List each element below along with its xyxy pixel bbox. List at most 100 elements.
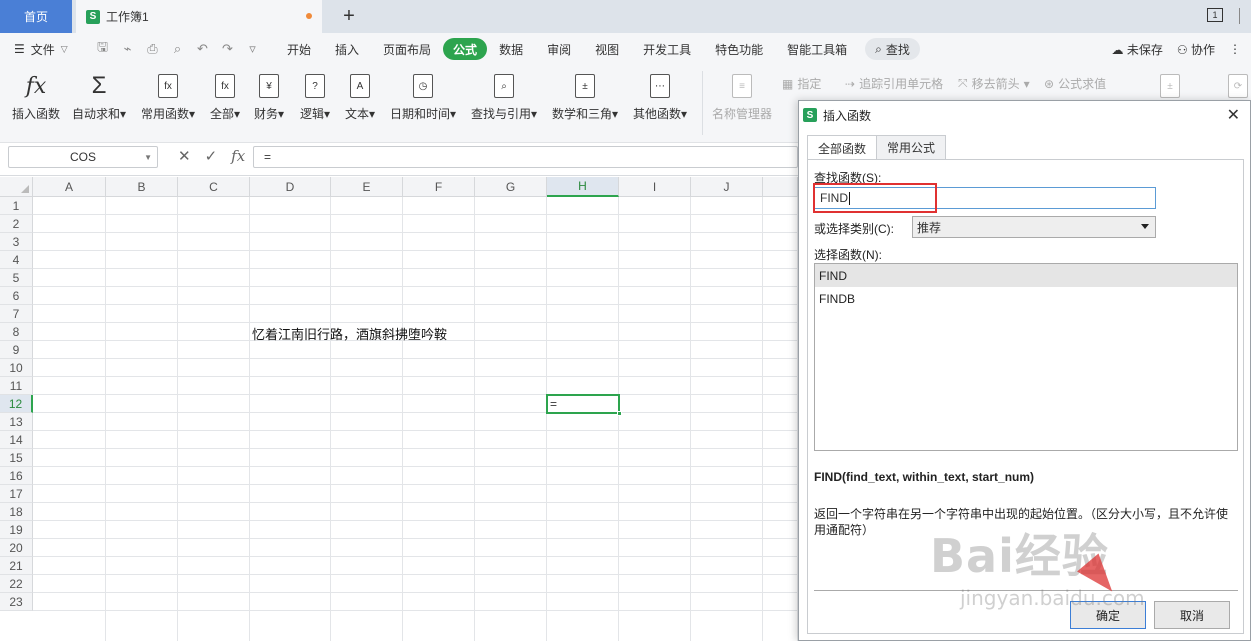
common-functions-button[interactable]: fx 常用函数▾ <box>141 71 195 122</box>
row-header-4[interactable]: 4 <box>0 251 33 269</box>
row-header-21[interactable]: 21 <box>0 557 33 575</box>
row-header-20[interactable]: 20 <box>0 539 33 557</box>
datetime-button[interactable]: ◷ 日期和时间▾ <box>390 71 456 122</box>
menu-insert[interactable]: 插入 <box>323 38 371 60</box>
format-painter-icon[interactable]: ⌁ <box>119 41 136 57</box>
active-cell-h12[interactable]: = <box>546 394 622 416</box>
gridline <box>33 592 798 593</box>
confirm-formula-icon[interactable]: ✓ <box>205 147 218 165</box>
row-header-18[interactable]: 18 <box>0 503 33 521</box>
row-header-19[interactable]: 19 <box>0 521 33 539</box>
menu-formula[interactable]: 公式 <box>443 38 488 60</box>
print-icon[interactable]: ⎙ <box>144 41 161 57</box>
menu-start[interactable]: 开始 <box>275 38 323 60</box>
cloud-unsaved-button[interactable]: ☁ 未保存 <box>1112 41 1163 58</box>
cancel-formula-icon[interactable]: ✕ <box>178 147 191 165</box>
column-header-i[interactable]: I <box>619 177 691 197</box>
name-box[interactable]: COS ▼ <box>8 146 158 168</box>
undo-icon[interactable]: ↶ <box>194 41 211 57</box>
text-functions-button[interactable]: A 文本▾ <box>345 71 375 122</box>
row-header-6[interactable]: 6 <box>0 287 33 305</box>
formula-input[interactable]: = <box>253 146 798 168</box>
column-header-h[interactable]: H <box>547 177 619 197</box>
category-value: 推荐 <box>917 220 942 235</box>
new-tab-button[interactable]: + <box>338 4 360 28</box>
spreadsheet-logo-icon: S <box>86 9 100 24</box>
row-header-12[interactable]: 12 <box>0 395 33 413</box>
name-manager-button[interactable]: ≡ 名称管理器 <box>712 71 772 122</box>
lookup-reference-button[interactable]: ⌕ 查找与引用▾ <box>471 71 537 122</box>
print-preview-icon[interactable]: ⌕ <box>169 41 186 57</box>
row-header-9[interactable]: 9 <box>0 341 33 359</box>
column-header-b[interactable]: B <box>106 177 178 197</box>
cell-d8[interactable]: 忆着江南旧行路，酒旗斜拂堕吟鞍 <box>252 324 447 343</box>
column-header-f[interactable]: F <box>403 177 475 197</box>
specify-button[interactable]: ▦ 指定 <box>782 75 821 92</box>
menu-page-layout[interactable]: 页面布局 <box>371 38 443 60</box>
save-icon[interactable]: 🖫 <box>94 38 111 60</box>
insert-function-button[interactable]: fx 插入函数 <box>12 71 60 122</box>
column-header-c[interactable]: C <box>178 177 250 197</box>
math-trig-button[interactable]: ± 数学和三角▾ <box>552 71 618 122</box>
more-icon[interactable]: ▿ <box>244 41 261 57</box>
tab-common-formulas[interactable]: 常用公式 <box>876 135 947 159</box>
window-count-icon[interactable]: 1 <box>1207 8 1223 22</box>
column-header-e[interactable]: E <box>331 177 403 197</box>
menu-review[interactable]: 审阅 <box>535 38 583 60</box>
financial-button[interactable]: ¥ 财务▾ <box>254 71 284 122</box>
search-button[interactable]: ⌕ 查找 <box>865 38 920 60</box>
evaluate-label: 公式求值 <box>1058 77 1107 91</box>
row-header-22[interactable]: 22 <box>0 575 33 593</box>
row-header-13[interactable]: 13 <box>0 413 33 431</box>
column-header-d[interactable]: D <box>250 177 331 197</box>
menu-data[interactable]: 数据 <box>487 38 535 60</box>
row-header-2[interactable]: 2 <box>0 215 33 233</box>
row-header-11[interactable]: 11 <box>0 377 33 395</box>
row-header-1[interactable]: 1 <box>0 197 33 215</box>
redo-icon[interactable]: ↷ <box>219 41 236 57</box>
tab-home[interactable]: 首页 <box>0 0 72 33</box>
unsaved-dot-icon <box>306 13 312 19</box>
tab-workbook[interactable]: S 工作簿1 <box>76 0 322 33</box>
fill-handle[interactable] <box>617 411 622 416</box>
menu-smart-toolbox[interactable]: 智能工具箱 <box>775 38 859 60</box>
gridline <box>330 197 331 641</box>
column-header-a[interactable]: A <box>33 177 106 197</box>
other-functions-button[interactable]: ⋯ 其他函数▾ <box>633 71 687 122</box>
evaluate-formula-button[interactable]: ⊛ 公式求值 <box>1044 75 1106 92</box>
close-icon[interactable]: ✕ <box>1227 105 1240 125</box>
row-header-3[interactable]: 3 <box>0 233 33 251</box>
row-header-10[interactable]: 10 <box>0 359 33 377</box>
tab-all-functions[interactable]: 全部函数 <box>807 135 878 160</box>
select-all-corner[interactable] <box>0 177 33 197</box>
menu-developer[interactable]: 开发工具 <box>631 38 703 60</box>
specify-label: 指定 <box>797 77 822 91</box>
column-header-g[interactable]: G <box>475 177 547 197</box>
row-header-23[interactable]: 23 <box>0 593 33 611</box>
row-header-7[interactable]: 7 <box>0 305 33 323</box>
function-item-findb[interactable]: FINDB <box>815 287 1237 310</box>
row-header-17[interactable]: 17 <box>0 485 33 503</box>
collab-button[interactable]: ⚇ 协作 <box>1177 41 1215 58</box>
function-item-find[interactable]: FIND <box>815 264 1237 287</box>
row-header-16[interactable]: 16 <box>0 467 33 485</box>
column-header-j[interactable]: J <box>691 177 763 197</box>
row-header-8[interactable]: 8 <box>0 323 33 341</box>
logical-button[interactable]: ? 逻辑▾ <box>300 71 330 122</box>
fx-icon[interactable]: fx <box>231 147 245 165</box>
gridline <box>33 250 798 251</box>
row-header-5[interactable]: 5 <box>0 269 33 287</box>
autosum-button[interactable]: Σ 自动求和▾ <box>72 71 126 122</box>
row-header-15[interactable]: 15 <box>0 449 33 467</box>
menu-features[interactable]: 特色功能 <box>703 38 775 60</box>
menu-view[interactable]: 视图 <box>583 38 631 60</box>
more-menu-icon[interactable]: ⋮ <box>1229 42 1241 56</box>
trace-precedents-button[interactable]: ⇢ 追踪引用单元格 <box>845 75 943 92</box>
column-header-partial[interactable] <box>763 177 798 197</box>
category-select[interactable]: 推荐 <box>912 216 1156 238</box>
cancel-button[interactable]: 取消 <box>1154 601 1230 629</box>
row-header-14[interactable]: 14 <box>0 431 33 449</box>
all-functions-button[interactable]: fx 全部▾ <box>210 71 240 122</box>
file-menu[interactable]: ☰ 文件 ▽ <box>0 41 88 58</box>
remove-arrows-button[interactable]: ⤧ 移去箭头 ▾ <box>958 75 1030 92</box>
